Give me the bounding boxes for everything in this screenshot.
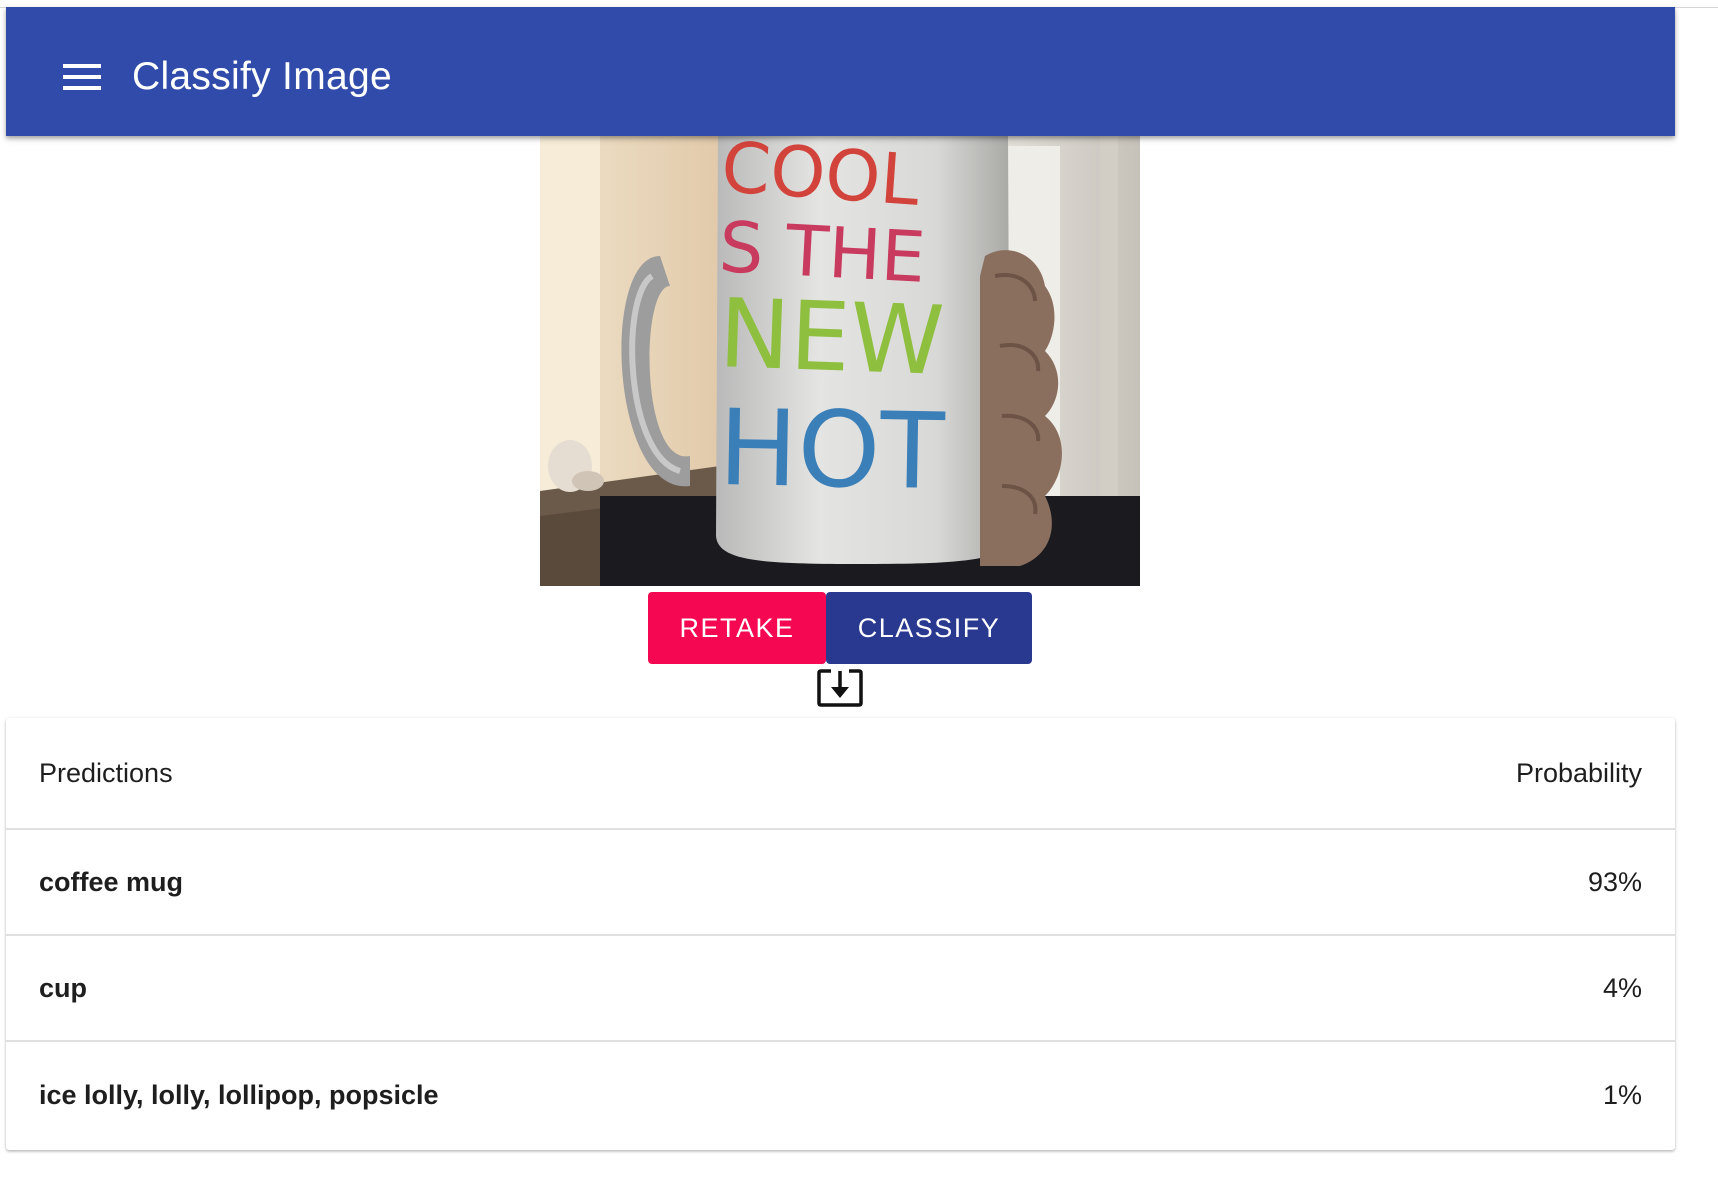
hamburger-menu-icon — [63, 64, 101, 90]
table-row: coffee mug 93% — [6, 830, 1675, 936]
prediction-label: cup — [39, 972, 88, 1003]
table-row: ice lolly, lolly, lollipop, popsicle 1% — [6, 1042, 1675, 1148]
page-title: Classify Image — [132, 55, 392, 98]
svg-text:HOT: HOT — [718, 387, 947, 513]
menu-button[interactable] — [52, 47, 112, 107]
svg-text:NEW: NEW — [717, 279, 946, 397]
table-row: cup 4% — [6, 936, 1675, 1042]
app-bar: Classify Image — [6, 7, 1675, 136]
prediction-label: ice lolly, lolly, lollipop, popsicle — [39, 1079, 439, 1110]
prediction-probability: 1% — [1602, 1079, 1642, 1110]
predictions-column-header: Predictions — [39, 757, 173, 788]
download-icon[interactable] — [817, 668, 863, 708]
probability-column-header: Probability — [1515, 757, 1642, 788]
captured-photo: COOL S THE NEW HOT — [540, 136, 1140, 586]
prediction-probability: 4% — [1602, 972, 1642, 1003]
predictions-table: Predictions Probability coffee mug 93% c… — [6, 718, 1675, 1150]
retake-button[interactable]: RETAKE — [648, 592, 826, 664]
classify-button[interactable]: CLASSIFY — [826, 592, 1032, 664]
table-header-row: Predictions Probability — [6, 718, 1675, 830]
prediction-probability: 93% — [1587, 866, 1642, 897]
prediction-label: coffee mug — [39, 866, 184, 897]
